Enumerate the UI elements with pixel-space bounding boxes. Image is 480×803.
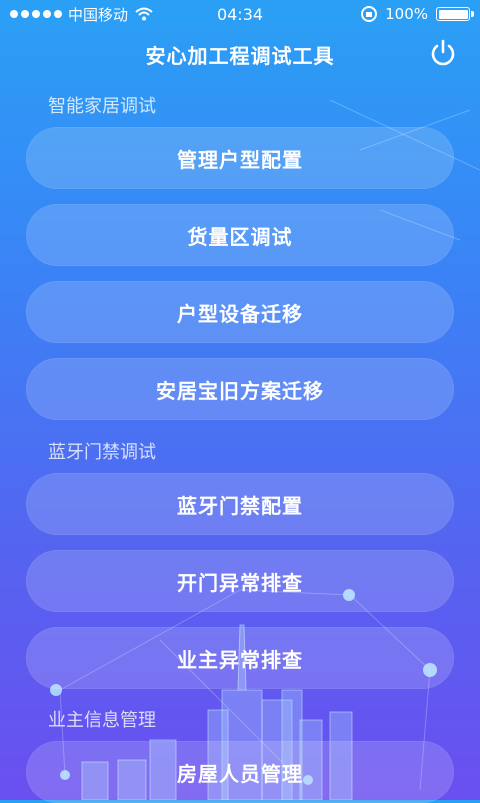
wifi-icon [135,7,153,21]
house-personnel-button[interactable]: 房屋人员管理 [26,741,454,803]
battery-percent: 100% [385,5,428,23]
battery-icon [436,7,474,21]
manage-house-config-button[interactable]: 管理户型配置 [26,127,454,189]
owner-issue-button[interactable]: 业主异常排查 [26,627,454,689]
status-bar: 中国移动 04:34 100% [0,0,480,28]
bluetooth-door-config-button[interactable]: 蓝牙门禁配置 [26,473,454,535]
status-left: 中国移动 [10,4,154,25]
anjubao-legacy-migrate-button[interactable]: 安居宝旧方案迁移 [26,358,454,420]
section-label-bluetooth-door: 蓝牙门禁调试 [48,442,156,463]
section-label-smart-home: 智能家居调试 [48,96,156,117]
house-device-migrate-button[interactable]: 户型设备迁移 [26,281,454,343]
status-time: 04:34 [216,4,264,24]
power-icon[interactable] [428,38,458,68]
cargo-area-debug-button[interactable]: 货量区调试 [26,204,454,266]
signal-strength-icon [10,10,62,18]
section-label-owner-info: 业主信息管理 [48,710,156,731]
carrier-label: 中国移动 [68,5,129,24]
rotation-lock-icon [361,6,378,22]
status-right: 100% [361,5,474,23]
door-open-issue-button[interactable]: 开门异常排查 [26,550,454,612]
page-title: 安心加工程调试工具 [145,43,335,68]
nav-bar: 安心加工程调试工具 [0,28,480,80]
